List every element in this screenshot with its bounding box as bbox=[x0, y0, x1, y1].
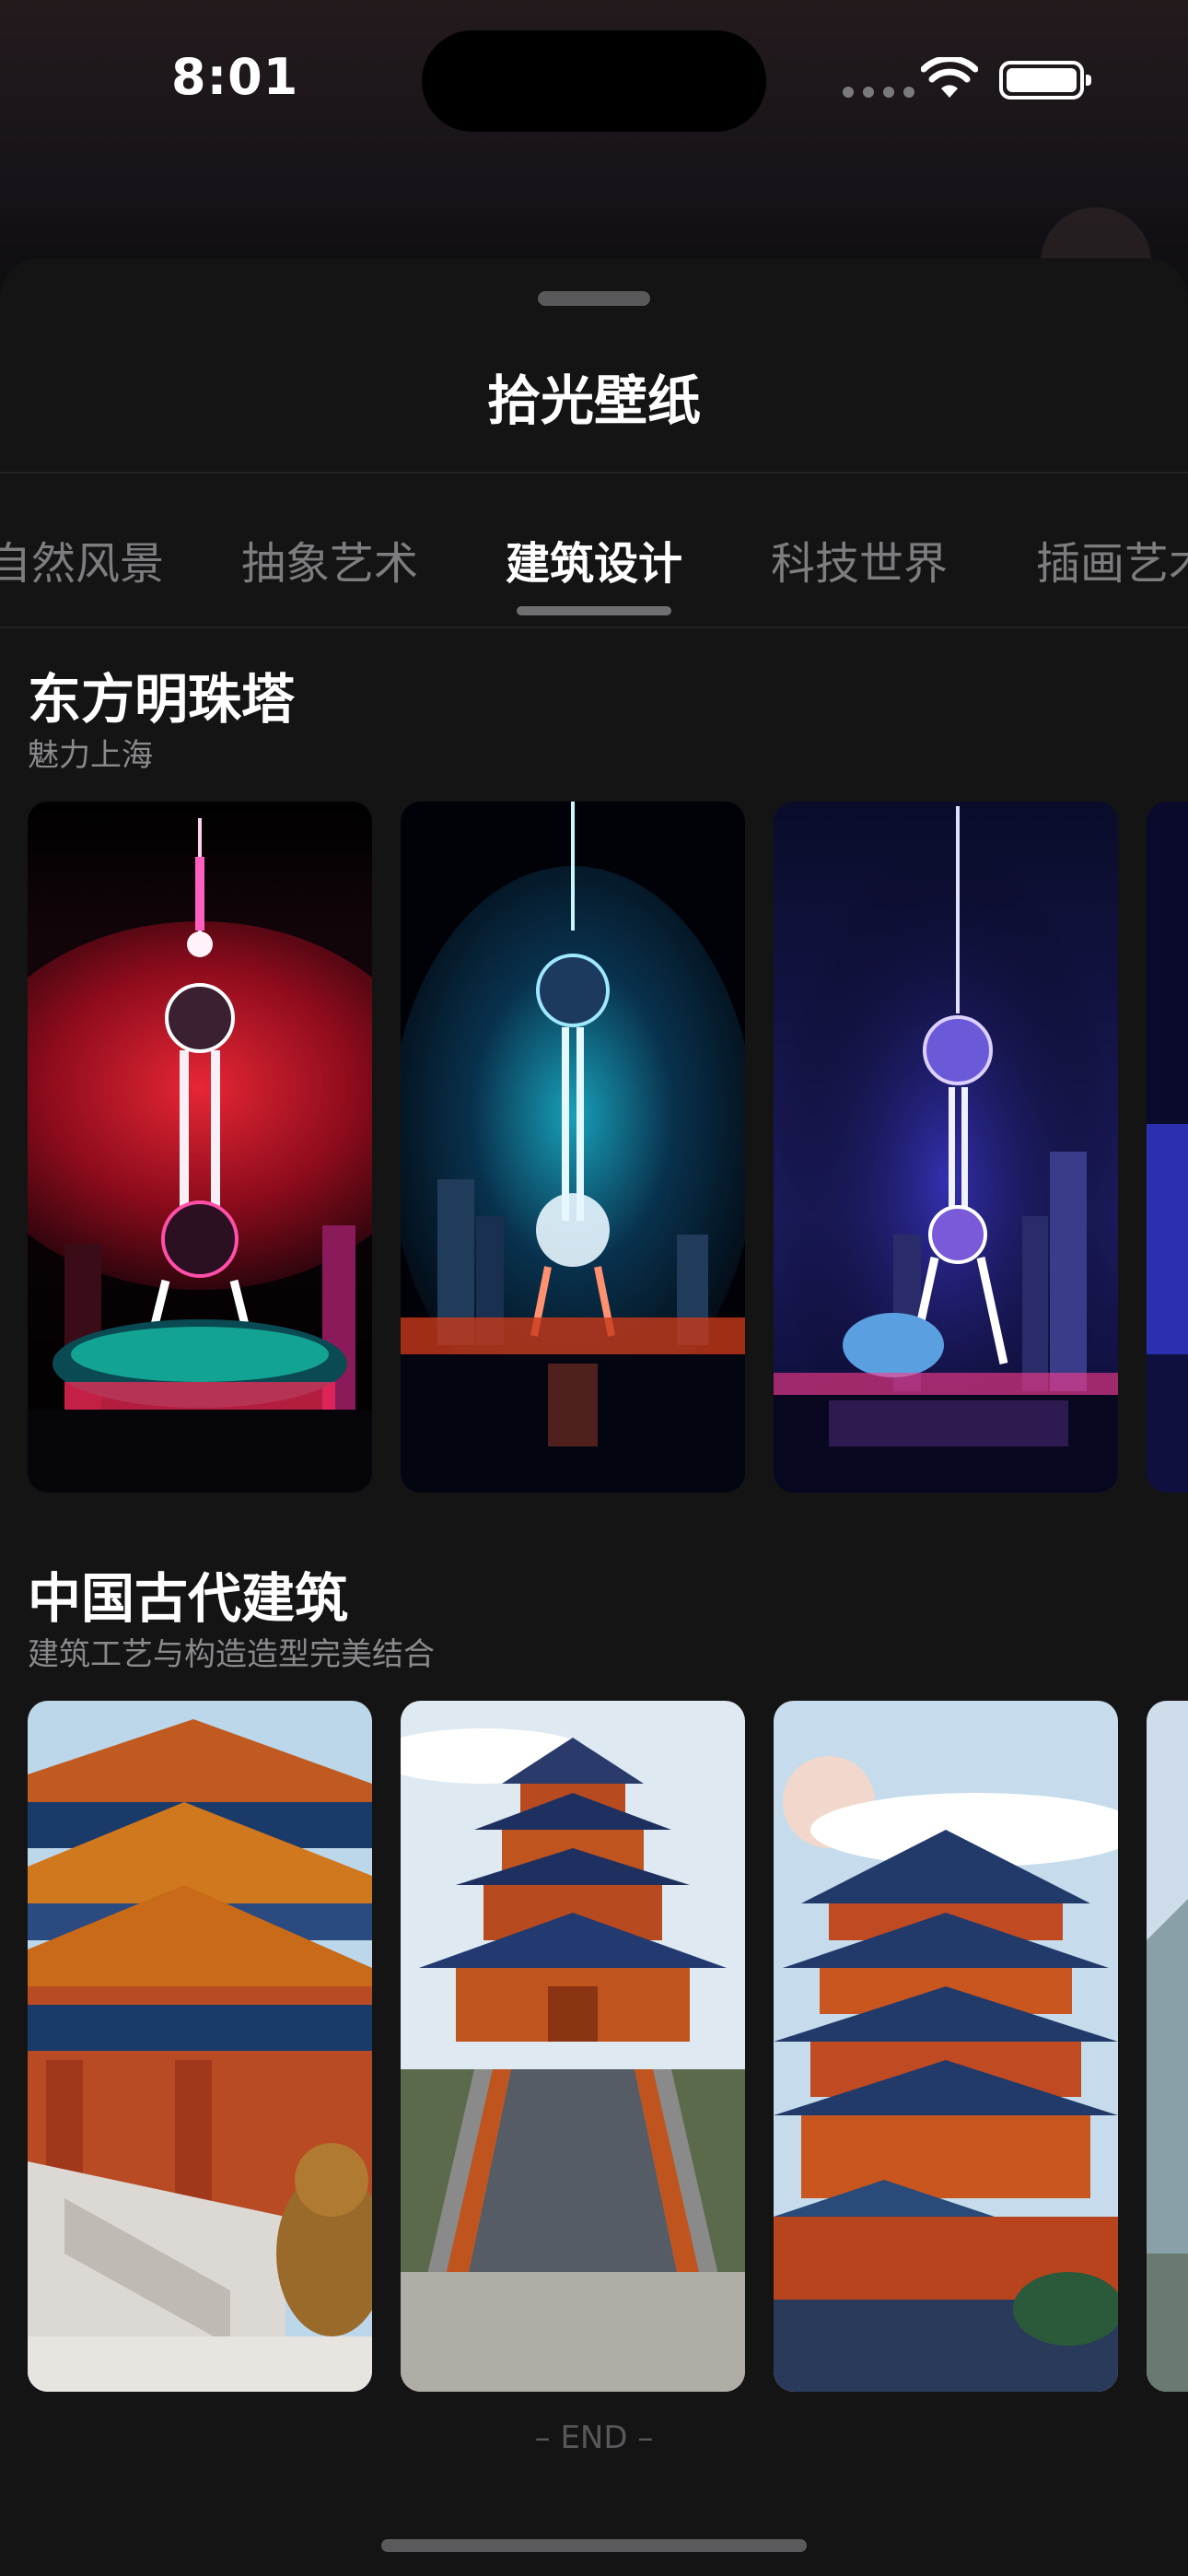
sheet-grabber[interactable] bbox=[538, 291, 650, 306]
wallpaper-sheet: 拾光壁纸 自然风景 抽象艺术 建筑设计 科技世界 插画艺术 东方明珠塔 魅力上海 bbox=[0, 258, 1188, 2576]
wallpaper-card-pearl-tower-cyan[interactable] bbox=[401, 802, 745, 1493]
tab-abstract[interactable]: 抽象艺术 bbox=[241, 527, 418, 591]
home-indicator[interactable] bbox=[381, 2539, 807, 2552]
wifi-icon bbox=[921, 57, 978, 98]
cellular-signal-icon bbox=[843, 87, 914, 98]
tab-nature[interactable]: 自然风景 bbox=[0, 527, 164, 591]
tab-technology[interactable]: 科技世界 bbox=[771, 527, 948, 591]
wallpaper-card-palace-gate[interactable] bbox=[28, 1701, 372, 2392]
battery-icon bbox=[999, 61, 1091, 100]
sheet-title: 拾光壁纸 bbox=[486, 369, 701, 432]
section-subtitle: 建筑工艺与构造造型完美结合 bbox=[28, 1636, 435, 1673]
wallpaper-card-pagoda-stairs[interactable] bbox=[401, 1701, 745, 2392]
wallpaper-card-pearl-tower-red[interactable] bbox=[28, 802, 372, 1493]
dynamic-island bbox=[422, 30, 766, 132]
category-tabs: 自然风景 抽象艺术 建筑设计 科技世界 插画艺术 bbox=[0, 527, 1188, 610]
wallpaper-card-pagoda-tower[interactable] bbox=[774, 1701, 1118, 2392]
screen: 8:01 拾光壁纸 自然风景 抽象艺术 建筑设计 科技世界 插画艺术 东方明珠塔… bbox=[0, 0, 1188, 2576]
tab-illustration[interactable]: 插画艺术 bbox=[1036, 527, 1188, 591]
status-time: 8:01 bbox=[171, 48, 299, 106]
section-title: 东方明珠塔 bbox=[28, 668, 296, 731]
tabs-divider bbox=[0, 626, 1188, 628]
wallpaper-card-mountain-pavilion[interactable] bbox=[1147, 1701, 1188, 2392]
section-subtitle: 魅力上海 bbox=[28, 737, 153, 774]
wallpaper-card-pearl-tower-blue[interactable] bbox=[1147, 802, 1188, 1493]
active-tab-indicator bbox=[517, 606, 671, 615]
header-divider bbox=[0, 472, 1188, 474]
wallpaper-card-pearl-tower-purple[interactable] bbox=[774, 802, 1118, 1493]
section-title: 中国古代建筑 bbox=[28, 1567, 349, 1630]
tab-architecture[interactable]: 建筑设计 bbox=[506, 527, 682, 591]
end-of-list-label: – END – bbox=[534, 2419, 654, 2456]
